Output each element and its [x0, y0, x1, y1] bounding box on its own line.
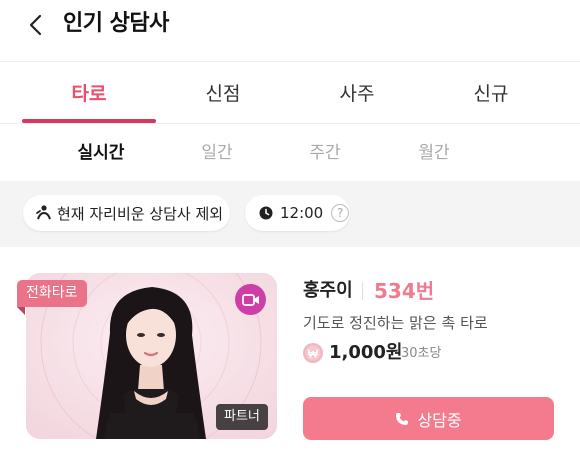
- tab-saju[interactable]: 사주: [290, 63, 424, 124]
- counselor-card[interactable]: 전화타로 파트너 홍주이 534번 기도로 정진하는 맑은 촉 타로 1,000…: [0, 247, 580, 458]
- subtab-daily[interactable]: 일간: [177, 125, 257, 181]
- video-call-button[interactable]: [235, 284, 266, 315]
- consulting-label: 상담중: [417, 410, 462, 430]
- tab-new[interactable]: 신규: [424, 63, 558, 124]
- exclude-away-label: 현재 자리비운 상담사 제외: [57, 204, 224, 223]
- won-icon: [303, 343, 323, 363]
- video-camera-icon: [241, 293, 259, 306]
- type-badge: 전화타로: [17, 280, 87, 307]
- badge-fold: [17, 307, 25, 315]
- counselor-number: 534번: [374, 279, 435, 303]
- tab-shinjeom[interactable]: 신점: [156, 63, 290, 124]
- phone-icon: [395, 412, 409, 426]
- time-filter[interactable]: 12:00 ?: [245, 195, 350, 231]
- category-tabs: 타로 신점 사주 신규: [0, 63, 580, 124]
- clock-icon: [258, 204, 276, 222]
- counselor-description: 기도로 정진하는 맑은 촉 타로: [303, 314, 488, 332]
- subtab-weekly[interactable]: 주간: [285, 125, 365, 181]
- consulting-button[interactable]: 상담중: [303, 397, 554, 440]
- partner-badge: 파트너: [216, 404, 268, 430]
- header: 인기 상담사: [0, 0, 580, 62]
- price-unit: 30초당: [401, 346, 442, 361]
- time-label: 12:00: [280, 204, 324, 222]
- tab-tarot[interactable]: 타로: [22, 63, 156, 124]
- filter-bar: 현재 자리비운 상담사 제외 12:00 ?: [0, 181, 580, 247]
- divider: [362, 282, 363, 300]
- price: 1,000원: [329, 342, 403, 363]
- subtab-monthly[interactable]: 월간: [394, 125, 474, 181]
- period-tabs: 실시간 일간 주간 월간: [0, 125, 580, 181]
- chevron-left-icon: [29, 14, 42, 36]
- help-icon[interactable]: ?: [331, 204, 350, 222]
- back-button[interactable]: [22, 10, 52, 40]
- counselor-name: 홍주이: [303, 280, 353, 301]
- active-tab-indicator: [22, 119, 156, 123]
- person-off-icon: [35, 204, 53, 222]
- exclude-away-filter[interactable]: 현재 자리비운 상담사 제외: [23, 195, 230, 231]
- page-title: 인기 상담사: [63, 11, 169, 36]
- subtab-realtime[interactable]: 실시간: [61, 125, 141, 181]
